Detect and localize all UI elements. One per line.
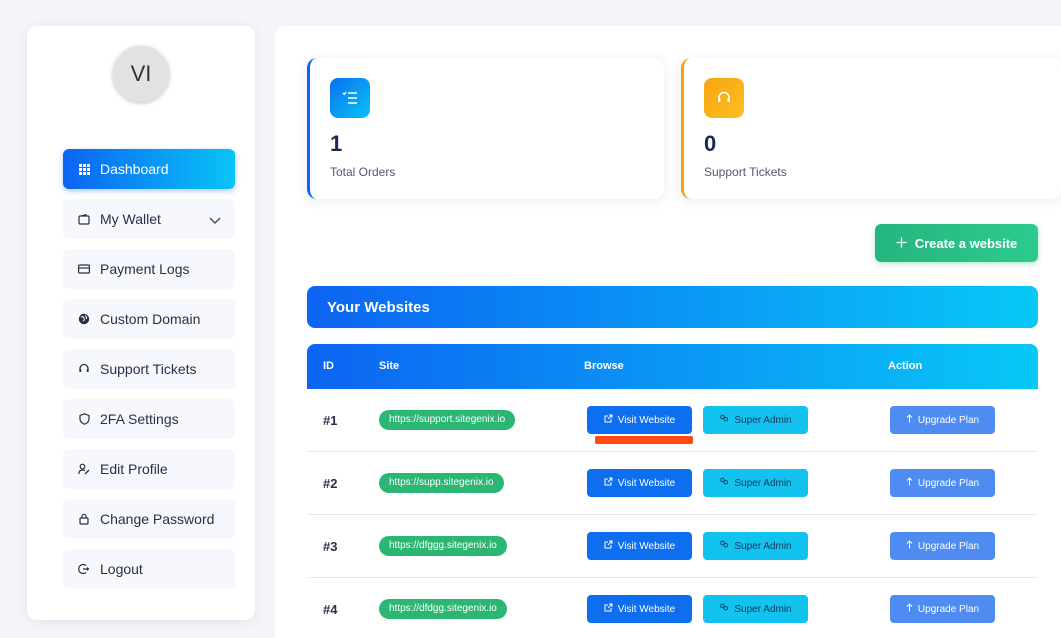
sidebar-item-label: Edit Profile (100, 461, 168, 477)
create-website-button[interactable]: Create a website (875, 224, 1038, 262)
super-admin-button[interactable]: Super Admin (703, 469, 808, 497)
visit-website-label: Visit Website (617, 477, 676, 489)
visit-website-button[interactable]: Visit Website (587, 469, 692, 497)
sidebar-item-label: Payment Logs (100, 261, 190, 277)
total-orders-label: Total Orders (330, 165, 396, 179)
user-edit-icon (77, 462, 91, 476)
stat-card-support-tickets: 0 Support Tickets (681, 58, 1061, 199)
main-content: 1 Total Orders 0 Support Tickets Create … (275, 26, 1061, 638)
visit-website-label: Visit Website (617, 603, 676, 615)
site-url-badge[interactable]: https://support.sitegenix.io (379, 410, 516, 430)
sidebar-item-label: Support Tickets (100, 361, 197, 377)
sidebar-item-label: Logout (100, 561, 143, 577)
table-row: #3 https://dfggg.sitegenix.io Visit Webs… (307, 515, 1038, 578)
row-id: #1 (323, 413, 338, 428)
headset-icon (77, 362, 91, 376)
sidebar-nav: Dashboard My Wallet Payment Logs Custom … (63, 149, 235, 599)
highlight-underline (595, 436, 693, 444)
table-row: #2 https://supp.sitegenix.io Visit Websi… (307, 452, 1038, 515)
upgrade-plan-label: Upgrade Plan (917, 540, 980, 552)
users-icon (719, 540, 729, 552)
create-website-label: Create a website (914, 235, 1018, 251)
sidebar-item-label: 2FA Settings (100, 411, 179, 427)
sidebar-item-logout[interactable]: Logout (63, 549, 235, 589)
sidebar-item-label: My Wallet (100, 211, 161, 227)
external-link-icon (604, 477, 613, 489)
external-link-icon (604, 414, 613, 426)
sidebar-item-dashboard[interactable]: Dashboard (63, 149, 235, 189)
column-header-action: Action (888, 360, 923, 372)
sidebar-item-support-tickets[interactable]: Support Tickets (63, 349, 235, 389)
super-admin-button[interactable]: Super Admin (703, 406, 808, 434)
upgrade-plan-button[interactable]: Upgrade Plan (890, 406, 995, 434)
support-tickets-label: Support Tickets (704, 165, 787, 179)
sidebar-item-payment-logs[interactable]: Payment Logs (63, 249, 235, 289)
logout-icon (77, 562, 91, 576)
table-header: ID Site Browse Action (307, 344, 1038, 389)
sidebar-item-custom-domain[interactable]: Custom Domain (63, 299, 235, 339)
column-header-id: ID (323, 360, 334, 372)
avatar[interactable]: VI (113, 46, 169, 102)
websites-table: ID Site Browse Action #1 https://support… (307, 344, 1038, 638)
upgrade-plan-button[interactable]: Upgrade Plan (890, 595, 995, 623)
credit-card-icon (77, 262, 91, 276)
users-icon (719, 414, 729, 426)
visit-website-button[interactable]: Visit Website (587, 595, 692, 623)
sidebar-item-2fa-settings[interactable]: 2FA Settings (63, 399, 235, 439)
chevron-down-icon[interactable] (209, 212, 221, 228)
stat-card-total-orders: 1 Total Orders (307, 58, 664, 199)
plus-icon (896, 236, 907, 251)
upgrade-plan-label: Upgrade Plan (917, 603, 980, 615)
total-orders-value: 1 (330, 131, 343, 156)
site-url-badge[interactable]: https://supp.sitegenix.io (379, 473, 504, 493)
list-icon (330, 78, 370, 118)
super-admin-button[interactable]: Super Admin (703, 532, 808, 560)
support-tickets-value: 0 (704, 131, 717, 156)
sidebar-item-label: Dashboard (100, 161, 169, 177)
column-header-site: Site (379, 360, 400, 372)
site-url-badge[interactable]: https://dfdgg.sitegenix.io (379, 599, 507, 619)
visit-website-label: Visit Website (617, 414, 676, 426)
column-header-browse: Browse (584, 360, 624, 372)
super-admin-label: Super Admin (734, 540, 792, 552)
grid-icon (77, 162, 91, 176)
lock-icon (77, 512, 91, 526)
users-icon (719, 603, 729, 615)
super-admin-label: Super Admin (734, 603, 792, 615)
row-id: #4 (323, 602, 338, 617)
upgrade-plan-button[interactable]: Upgrade Plan (890, 469, 995, 497)
sidebar-item-edit-profile[interactable]: Edit Profile (63, 449, 235, 489)
visit-website-button[interactable]: Visit Website (587, 532, 692, 560)
row-id: #3 (323, 539, 338, 554)
shield-icon (77, 412, 91, 426)
arrow-up-icon (906, 603, 913, 615)
table-row: #4 https://dfdgg.sitegenix.io Visit Webs… (307, 578, 1038, 638)
visit-website-label: Visit Website (617, 540, 676, 552)
arrow-up-icon (906, 414, 913, 426)
super-admin-label: Super Admin (734, 414, 792, 426)
external-link-icon (604, 603, 613, 615)
sidebar-item-label: Custom Domain (100, 311, 201, 327)
headset-icon (704, 78, 744, 118)
sidebar: VI Dashboard My Wallet Payment Logs Cust… (27, 26, 255, 620)
upgrade-plan-button[interactable]: Upgrade Plan (890, 532, 995, 560)
websites-section-title: Your Websites (307, 286, 1038, 328)
wallet-icon (77, 212, 91, 226)
users-icon (719, 477, 729, 489)
super-admin-label: Super Admin (734, 477, 792, 489)
super-admin-button[interactable]: Super Admin (703, 595, 808, 623)
table-row: #1 https://support.sitegenix.io Visit We… (307, 389, 1038, 452)
arrow-up-icon (906, 477, 913, 489)
sidebar-item-label: Change Password (100, 511, 215, 527)
row-id: #2 (323, 476, 338, 491)
sidebar-item-my-wallet[interactable]: My Wallet (63, 199, 235, 239)
globe-icon (77, 312, 91, 326)
upgrade-plan-label: Upgrade Plan (917, 414, 980, 426)
site-url-badge[interactable]: https://dfggg.sitegenix.io (379, 536, 507, 556)
arrow-up-icon (906, 540, 913, 552)
sidebar-item-change-password[interactable]: Change Password (63, 499, 235, 539)
external-link-icon (604, 540, 613, 552)
visit-website-button[interactable]: Visit Website (587, 406, 692, 434)
upgrade-plan-label: Upgrade Plan (917, 477, 980, 489)
